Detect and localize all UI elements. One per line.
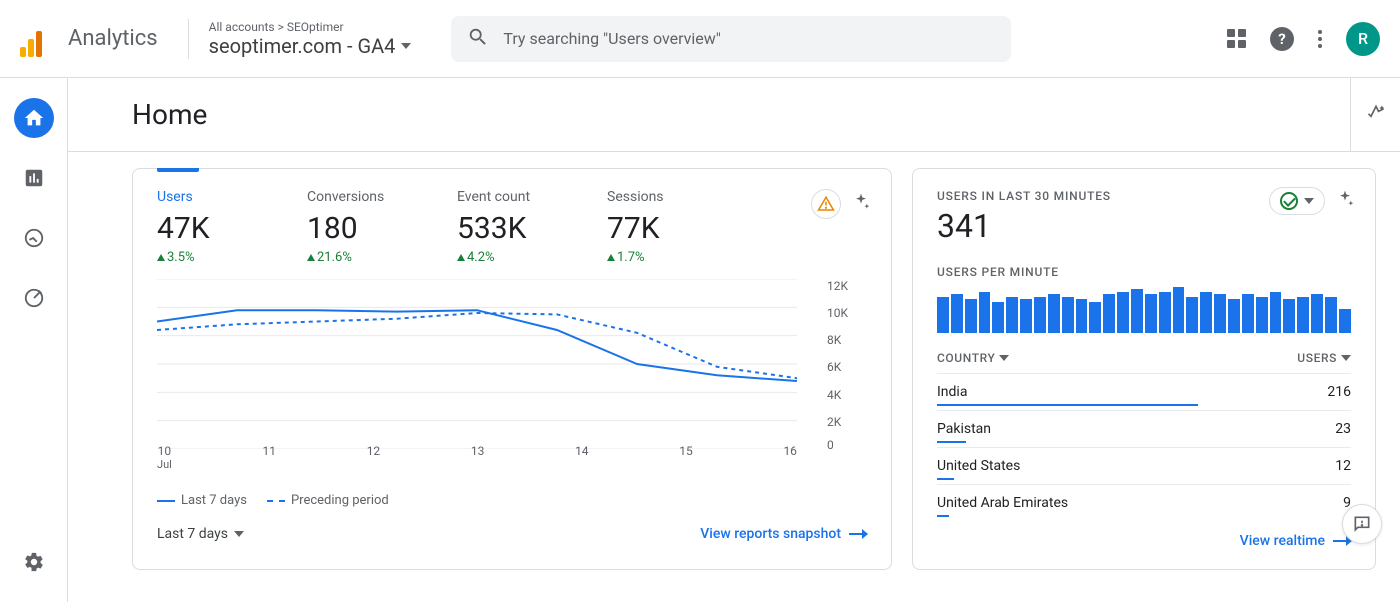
caret-down-icon	[234, 531, 244, 537]
page-header: Home	[68, 78, 1400, 152]
metric-users[interactable]: Users 47K 3.5%	[157, 189, 307, 265]
caret-down-icon	[401, 43, 411, 49]
realtime-status-badge[interactable]	[1269, 187, 1325, 215]
page-title: Home	[132, 98, 207, 131]
caret-down-icon	[1304, 198, 1314, 204]
metrics-row: Users 47K 3.5%Conversions 180 21.6%Event…	[157, 189, 867, 265]
caret-down-icon	[999, 355, 1009, 361]
metric-label: Conversions	[307, 189, 457, 205]
arrow-up-icon	[157, 254, 165, 261]
country-column-header[interactable]: COUNTRY	[937, 351, 1009, 365]
search-placeholder: Try searching "Users overview"	[503, 29, 995, 48]
chart-y-axis: 12K10K8K6K4K2K0	[827, 279, 867, 449]
property-name: seoptimer.com - GA4	[209, 34, 396, 58]
chart-legend: Last 7 days Preceding period	[157, 493, 867, 508]
users-per-minute-sparkline	[937, 287, 1351, 333]
legend-solid-swatch	[157, 500, 175, 502]
users-trend-chart: 12K10K8K6K4K2K0 10Jul111213141516	[157, 279, 867, 469]
product-name: Analytics	[68, 26, 158, 51]
country-users: 216	[1327, 384, 1351, 400]
checkmark-icon	[1280, 192, 1298, 210]
nav-admin[interactable]	[14, 542, 54, 582]
user-avatar[interactable]: R	[1346, 22, 1380, 56]
active-tab-indicator	[157, 168, 199, 172]
metric-label: Users	[157, 189, 307, 205]
metric-delta: 21.6%	[307, 250, 457, 265]
apps-grid-icon[interactable]	[1227, 29, 1246, 48]
country-name: Pakistan	[937, 421, 991, 437]
legend-dash-swatch	[267, 500, 285, 502]
property-selector[interactable]: All accounts > SEOptimer seoptimer.com -…	[199, 20, 422, 58]
realtime-card: USERS IN LAST 30 MINUTES 341 USERS PER M…	[912, 168, 1376, 570]
country-users: 12	[1335, 458, 1351, 474]
nav-home[interactable]	[14, 98, 54, 138]
legend-previous-label: Preceding period	[291, 493, 389, 508]
metric-event-count[interactable]: Event count 533K 4.2%	[457, 189, 607, 265]
country-row[interactable]: Pakistan 23	[937, 410, 1351, 441]
product-logo-block: Analytics	[20, 21, 158, 57]
sparkle-icon	[1366, 103, 1386, 127]
sparkle-icon[interactable]	[851, 192, 871, 216]
search-icon	[467, 26, 489, 52]
view-realtime-link[interactable]: View realtime	[1240, 533, 1351, 549]
app-header: Analytics All accounts > SEOptimer seopt…	[0, 0, 1400, 78]
view-reports-snapshot-link[interactable]: View reports snapshot	[700, 526, 867, 542]
nav-explore[interactable]	[14, 218, 54, 258]
country-name: United Arab Emirates	[937, 495, 1068, 511]
analytics-logo-icon	[20, 21, 56, 57]
link-label: View reports snapshot	[700, 526, 841, 542]
users-column-header[interactable]: USERS	[1297, 351, 1351, 365]
search-input[interactable]: Try searching "Users overview"	[451, 16, 1011, 62]
more-vert-icon[interactable]	[1318, 30, 1322, 48]
arrow-up-icon	[607, 254, 615, 261]
arrow-up-icon	[307, 254, 315, 261]
country-row[interactable]: United Arab Emirates 9	[937, 484, 1351, 515]
caret-down-icon	[1341, 355, 1351, 361]
chart-x-axis: 10Jul111213141516	[157, 444, 797, 471]
anomaly-warning-badge[interactable]	[811, 189, 841, 219]
metric-value: 77K	[607, 211, 757, 246]
country-name: India	[937, 384, 967, 400]
country-users: 23	[1335, 421, 1351, 437]
sparkle-icon[interactable]	[1335, 189, 1355, 213]
metric-value: 180	[307, 211, 457, 246]
metric-label: Sessions	[607, 189, 757, 205]
link-label: View realtime	[1240, 533, 1325, 549]
separator	[188, 19, 189, 59]
help-icon[interactable]: ?	[1270, 27, 1294, 51]
realtime-subtitle: USERS PER MINUTE	[937, 265, 1351, 279]
nav-advertising[interactable]	[14, 278, 54, 318]
content-area: Home Users 47K 3.5%Conversions 180 21.6%…	[68, 78, 1400, 602]
arrow-right-icon	[1333, 540, 1351, 542]
legend-current-label: Last 7 days	[181, 493, 247, 508]
metric-delta: 3.5%	[157, 250, 307, 265]
nav-reports[interactable]	[14, 158, 54, 198]
feedback-button[interactable]	[1342, 504, 1382, 544]
metric-conversions[interactable]: Conversions 180 21.6%	[307, 189, 457, 265]
country-row[interactable]: India 216	[937, 373, 1351, 404]
metric-value: 47K	[157, 211, 307, 246]
date-range-label: Last 7 days	[157, 526, 228, 542]
overview-card: Users 47K 3.5%Conversions 180 21.6%Event…	[132, 168, 892, 570]
arrow-right-icon	[849, 533, 867, 535]
metric-delta: 4.2%	[457, 250, 607, 265]
arrow-up-icon	[457, 254, 465, 261]
date-range-selector[interactable]: Last 7 days	[157, 526, 244, 542]
insights-panel-toggle[interactable]	[1350, 78, 1400, 152]
country-name: United States	[937, 458, 1020, 474]
metric-delta: 1.7%	[607, 250, 757, 265]
metric-sessions[interactable]: Sessions 77K 1.7%	[607, 189, 757, 265]
country-row[interactable]: United States 12	[937, 447, 1351, 478]
side-nav	[0, 78, 68, 602]
account-breadcrumb: All accounts > SEOptimer	[209, 20, 412, 34]
metric-label: Event count	[457, 189, 607, 205]
metric-value: 533K	[457, 211, 607, 246]
